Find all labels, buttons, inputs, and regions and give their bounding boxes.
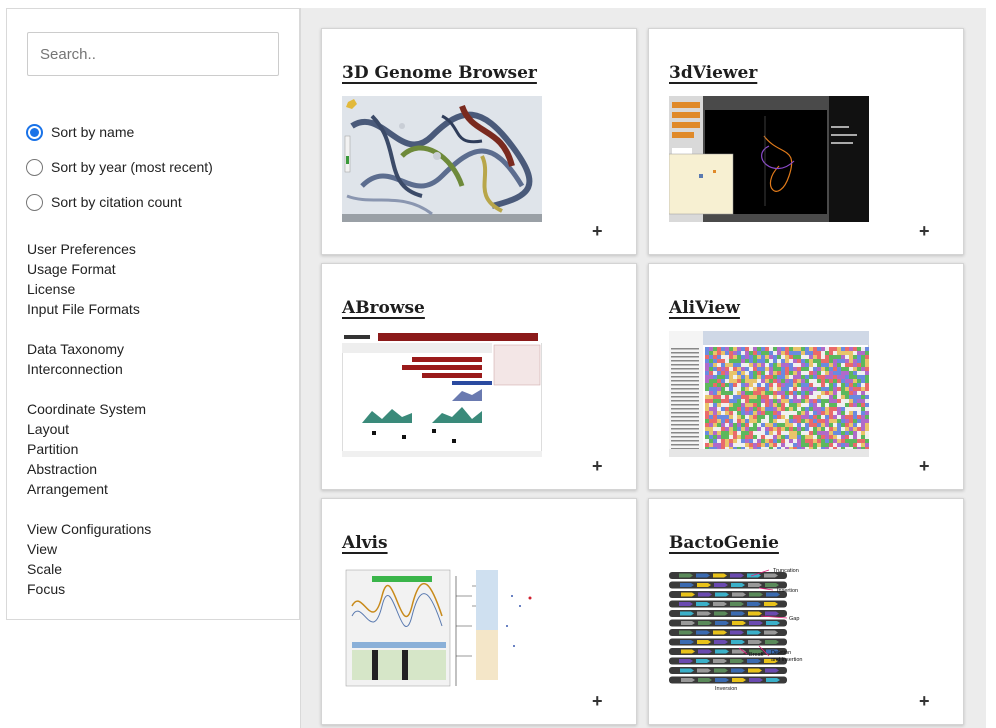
tool-card-abrowse: ABrowse + — [321, 263, 637, 490]
filter-view[interactable]: View — [27, 539, 151, 559]
filter-view-configurations[interactable]: View Configurations — [27, 519, 151, 539]
filter-partition[interactable]: Partition — [27, 439, 146, 459]
sequence-alignment-matrix-image[interactable] — [669, 331, 869, 457]
filter-sidebar: Sort by name Sort by year (most recent) … — [6, 8, 300, 620]
filter-usage-format[interactable]: Usage Format — [27, 259, 140, 279]
sort-by-citation-label: Sort by citation count — [51, 194, 182, 210]
label-inversion: Inversion — [715, 686, 737, 692]
sort-by-year-option[interactable]: Sort by year (most recent) — [26, 156, 213, 178]
sort-by-name-radio[interactable] — [26, 123, 43, 141]
label-insertion: Insertion — [777, 588, 798, 594]
filter-group-layout: Coordinate System Layout Partition Abstr… — [27, 399, 146, 499]
3d-viewer-dark-canvas-image[interactable] — [669, 96, 869, 222]
tool-card-alvis: Alvis + — [321, 498, 637, 725]
tool-gallery: 3D Genome Browser + 3dViewer + ABrowse +… — [300, 8, 986, 728]
expand-card-button[interactable]: + — [592, 692, 606, 710]
tool-title[interactable]: Alvis — [342, 533, 388, 553]
filter-abstraction[interactable]: Abstraction — [27, 459, 146, 479]
tool-card-3dviewer: 3dViewer + — [648, 28, 964, 255]
expand-card-button[interactable]: + — [919, 222, 933, 240]
sort-by-name-option[interactable]: Sort by name — [26, 121, 134, 143]
gene-arrow-tracks-image[interactable]: Truncation Insertion Gap Break Deletion … — [669, 566, 869, 692]
expand-card-button[interactable]: + — [919, 692, 933, 710]
filter-group-user: User Preferences Usage Format License In… — [27, 239, 140, 319]
sort-by-name-label: Sort by name — [51, 124, 135, 140]
genome-track-browser-image[interactable] — [342, 331, 542, 457]
filter-user-preferences[interactable]: User Preferences — [27, 239, 140, 259]
label-truncation: Truncation — [773, 568, 799, 574]
alignment-visualization-image[interactable] — [342, 566, 542, 692]
expand-card-button[interactable]: + — [592, 222, 606, 240]
tool-card-bactogenie: BactoGenie Truncation Insertion Gap Brea… — [648, 498, 964, 725]
filter-layout[interactable]: Layout — [27, 419, 146, 439]
filter-license[interactable]: License — [27, 279, 140, 299]
expand-card-button[interactable]: + — [592, 457, 606, 475]
sort-by-year-radio[interactable] — [26, 158, 43, 176]
tool-card-aliview: AliView + — [648, 263, 964, 490]
filter-group-data: Data Taxonomy Interconnection — [27, 339, 124, 379]
filter-input-file-formats[interactable]: Input File Formats — [27, 299, 140, 319]
3d-genome-structure-image[interactable] — [342, 96, 542, 222]
sort-by-citation-option[interactable]: Sort by citation count — [26, 191, 182, 213]
filter-arrangement[interactable]: Arrangement — [27, 479, 146, 499]
tool-card-3d-genome-browser: 3D Genome Browser + — [321, 28, 637, 255]
label-deletion: Deletion — [771, 650, 791, 656]
search-input[interactable] — [27, 32, 279, 76]
filter-group-view: View Configurations View Scale Focus — [27, 519, 151, 599]
label-and-insertion: and insertion — [771, 657, 803, 663]
expand-card-button[interactable]: + — [919, 457, 933, 475]
tool-title[interactable]: 3D Genome Browser — [342, 63, 537, 83]
tool-title[interactable]: 3dViewer — [669, 63, 757, 83]
tool-title[interactable]: ABrowse — [342, 298, 425, 318]
filter-focus[interactable]: Focus — [27, 579, 151, 599]
filter-scale[interactable]: Scale — [27, 559, 151, 579]
sort-by-year-label: Sort by year (most recent) — [51, 159, 213, 175]
label-break: Break — [749, 652, 764, 658]
filter-interconnection[interactable]: Interconnection — [27, 359, 124, 379]
tool-title[interactable]: BactoGenie — [669, 533, 779, 553]
filter-data-taxonomy[interactable]: Data Taxonomy — [27, 339, 124, 359]
label-gap: Gap — [789, 616, 799, 622]
filter-coordinate-system[interactable]: Coordinate System — [27, 399, 146, 419]
sort-by-citation-radio[interactable] — [26, 193, 43, 211]
tool-title[interactable]: AliView — [669, 298, 740, 318]
